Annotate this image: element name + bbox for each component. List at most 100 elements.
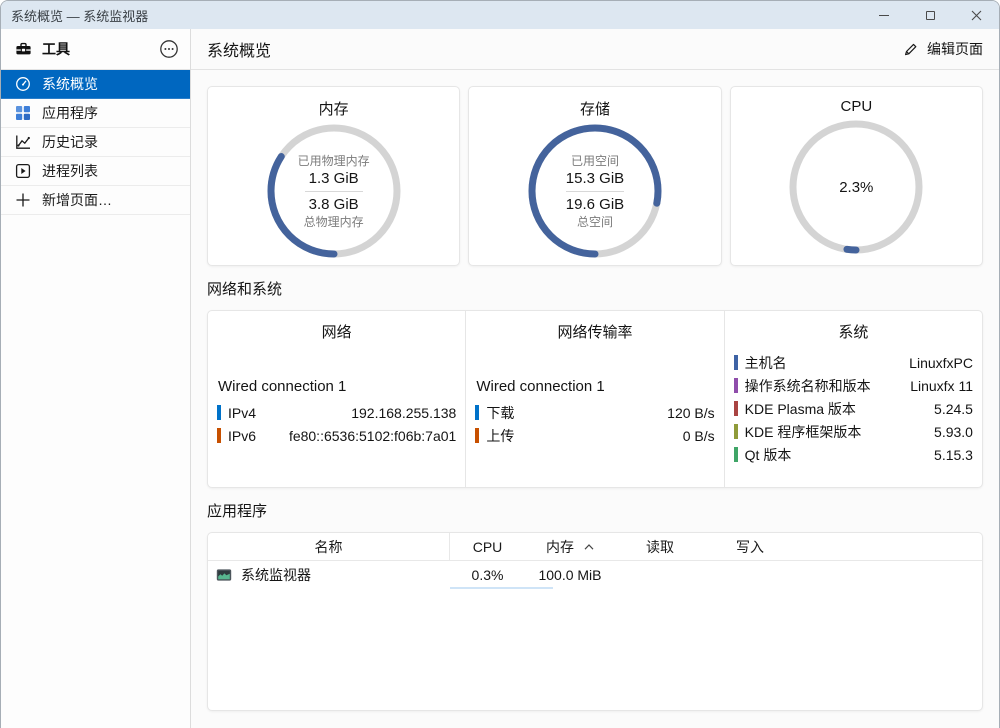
app-grid-icon (15, 105, 31, 121)
sidebar-item-label: 系统概览 (42, 74, 98, 94)
cpu-usage-bar (450, 587, 553, 589)
memory-total-label: 总物理内存 (304, 214, 364, 230)
os-version-row: 操作系统名称和版本 Linuxfx 11 (734, 374, 973, 397)
edit-page-label: 编辑页面 (927, 39, 983, 59)
frameworks-version-row: KDE 程序框架版本 5.93.0 (734, 420, 973, 443)
network-rate-column-title: 网络传输率 (475, 321, 714, 342)
legend-color-bar (734, 447, 738, 462)
cpu-donut-labels: 2.3% (786, 117, 926, 257)
legend-color-bar (475, 428, 479, 443)
overflow-menu-icon[interactable] (158, 38, 180, 60)
memory-used-value: 1.3 GiB (309, 169, 359, 188)
sidebar: 工具 系统概览 (1, 29, 191, 728)
storage-donut-labels: 已用空间 15.3 GiB 19.6 GiB 总空间 (525, 121, 665, 261)
toolbox-icon (15, 41, 32, 57)
window-controls (861, 1, 999, 29)
sidebar-item-history[interactable]: 历史记录 (1, 128, 190, 157)
sidebar-item-label: 历史记录 (42, 132, 98, 152)
fraction-divider (305, 191, 363, 192)
memory-donut-labels: 已用物理内存 1.3 GiB 3.8 GiB 总物理内存 (264, 121, 404, 261)
system-monitor-app-icon (216, 567, 232, 583)
minimize-button[interactable] (861, 1, 907, 29)
storage-used-label: 已用空间 (571, 153, 619, 169)
app-name: 系统监视器 (241, 565, 311, 585)
storage-used-value: 15.3 GiB (566, 169, 624, 188)
memory-card: 内存 已用物理内存 1.3 GiB 3.8 GiB 总 (207, 86, 460, 266)
storage-card: 存储 已用空间 15.3 GiB 19.6 GiB 总 (468, 86, 721, 266)
cpu-usage-value: 2.3% (839, 178, 873, 197)
network-system-section-title: 网络和系统 (207, 280, 983, 300)
edit-page-button[interactable]: 编辑页面 (903, 39, 983, 59)
network-system-card: 网络 Wired connection 1 IPv4 192.168.255.1… (207, 310, 983, 488)
close-button[interactable] (953, 1, 999, 29)
maximize-button[interactable] (907, 1, 953, 29)
storage-total-value: 19.6 GiB (566, 195, 624, 214)
app-window: 系统概览 — 系统监视器 (0, 0, 1000, 728)
process-list-icon (15, 163, 31, 179)
table-header-row: 名称 CPU 内存 读取 (208, 533, 982, 561)
sidebar-item-label: 新增页面… (42, 190, 112, 210)
memory-card-title: 内存 (208, 98, 459, 119)
system-column: 系统 主机名 LinuxfxPC 操作系统名称和版本 Linuxfx 11 (724, 311, 982, 487)
sidebar-item-add-page[interactable]: 新增页面… (1, 186, 190, 215)
hostname-row: 主机名 LinuxfxPC (734, 351, 973, 374)
overview-content: 内存 已用物理内存 1.3 GiB 3.8 GiB 总 (191, 70, 999, 728)
memory-total-value: 3.8 GiB (309, 195, 359, 214)
column-header-read[interactable]: 读取 (615, 533, 705, 560)
sidebar-header: 工具 (1, 29, 190, 70)
memory-used-label: 已用物理内存 (298, 153, 370, 169)
sidebar-item-label: 进程列表 (42, 161, 98, 181)
table-row[interactable]: 系统监视器 0.3% 100.0 MiB (208, 561, 982, 589)
sidebar-nav: 系统概览 应用程序 (1, 70, 190, 215)
pencil-icon (903, 41, 919, 57)
column-header-write[interactable]: 写入 (705, 533, 795, 560)
cpu-card-title: CPU (731, 98, 982, 115)
sidebar-item-overview[interactable]: 系统概览 (1, 70, 190, 99)
sidebar-title: 工具 (42, 39, 148, 59)
ipv4-row: IPv4 192.168.255.138 (217, 401, 456, 424)
qt-version-row: Qt 版本 5.15.3 (734, 443, 973, 466)
ipv6-row: IPv6 fe80::6536:5102:f06b:7a01 (217, 424, 456, 447)
page-header: 系统概览 编辑页面 (191, 29, 999, 70)
storage-card-title: 存储 (469, 98, 720, 119)
gauge-icon (15, 76, 31, 92)
close-icon (971, 10, 982, 21)
app-memory-value: 100.0 MiB (538, 567, 601, 583)
download-row: 下载 120 B/s (475, 401, 714, 424)
history-chart-icon (15, 134, 31, 150)
network-connection-name: Wired connection 1 (217, 378, 456, 395)
plasma-version-row: KDE Plasma 版本 5.24.5 (734, 397, 973, 420)
column-header-cpu[interactable]: CPU (450, 533, 525, 560)
upload-row: 上传 0 B/s (475, 424, 714, 447)
legend-color-bar (217, 428, 221, 443)
legend-color-bar (475, 405, 479, 420)
overview-cards-row: 内存 已用物理内存 1.3 GiB 3.8 GiB 总 (207, 86, 983, 266)
column-header-memory[interactable]: 内存 (525, 533, 615, 560)
legend-color-bar (734, 378, 738, 393)
minimize-icon (879, 15, 889, 16)
page-title: 系统概览 (207, 37, 903, 61)
system-column-title: 系统 (734, 321, 973, 342)
titlebar[interactable]: 系统概览 — 系统监视器 (1, 1, 999, 29)
network-column-title: 网络 (217, 321, 456, 342)
sidebar-item-applications[interactable]: 应用程序 (1, 99, 190, 128)
fraction-divider (566, 191, 624, 192)
network-column: 网络 Wired connection 1 IPv4 192.168.255.1… (208, 311, 465, 487)
sidebar-item-processes[interactable]: 进程列表 (1, 157, 190, 186)
main-area: 系统概览 编辑页面 内存 (191, 29, 999, 728)
legend-color-bar (734, 424, 738, 439)
legend-color-bar (734, 401, 738, 416)
window-title: 系统概览 — 系统监视器 (11, 6, 861, 25)
sidebar-item-label: 应用程序 (42, 103, 98, 123)
storage-total-label: 总空间 (577, 214, 613, 230)
network-rate-column: 网络传输率 Wired connection 1 下载 120 B/s 上传 (465, 311, 723, 487)
legend-color-bar (217, 405, 221, 420)
network-rate-connection-name: Wired connection 1 (475, 378, 714, 395)
applications-section-title: 应用程序 (207, 502, 983, 522)
applications-table: 名称 CPU 内存 读取 (207, 532, 983, 711)
cpu-card: CPU 2.3% (730, 86, 983, 266)
maximize-icon (926, 11, 935, 20)
sort-ascending-icon (584, 544, 594, 550)
app-cpu-value: 0.3% (472, 567, 504, 583)
column-header-name[interactable]: 名称 (208, 533, 450, 560)
